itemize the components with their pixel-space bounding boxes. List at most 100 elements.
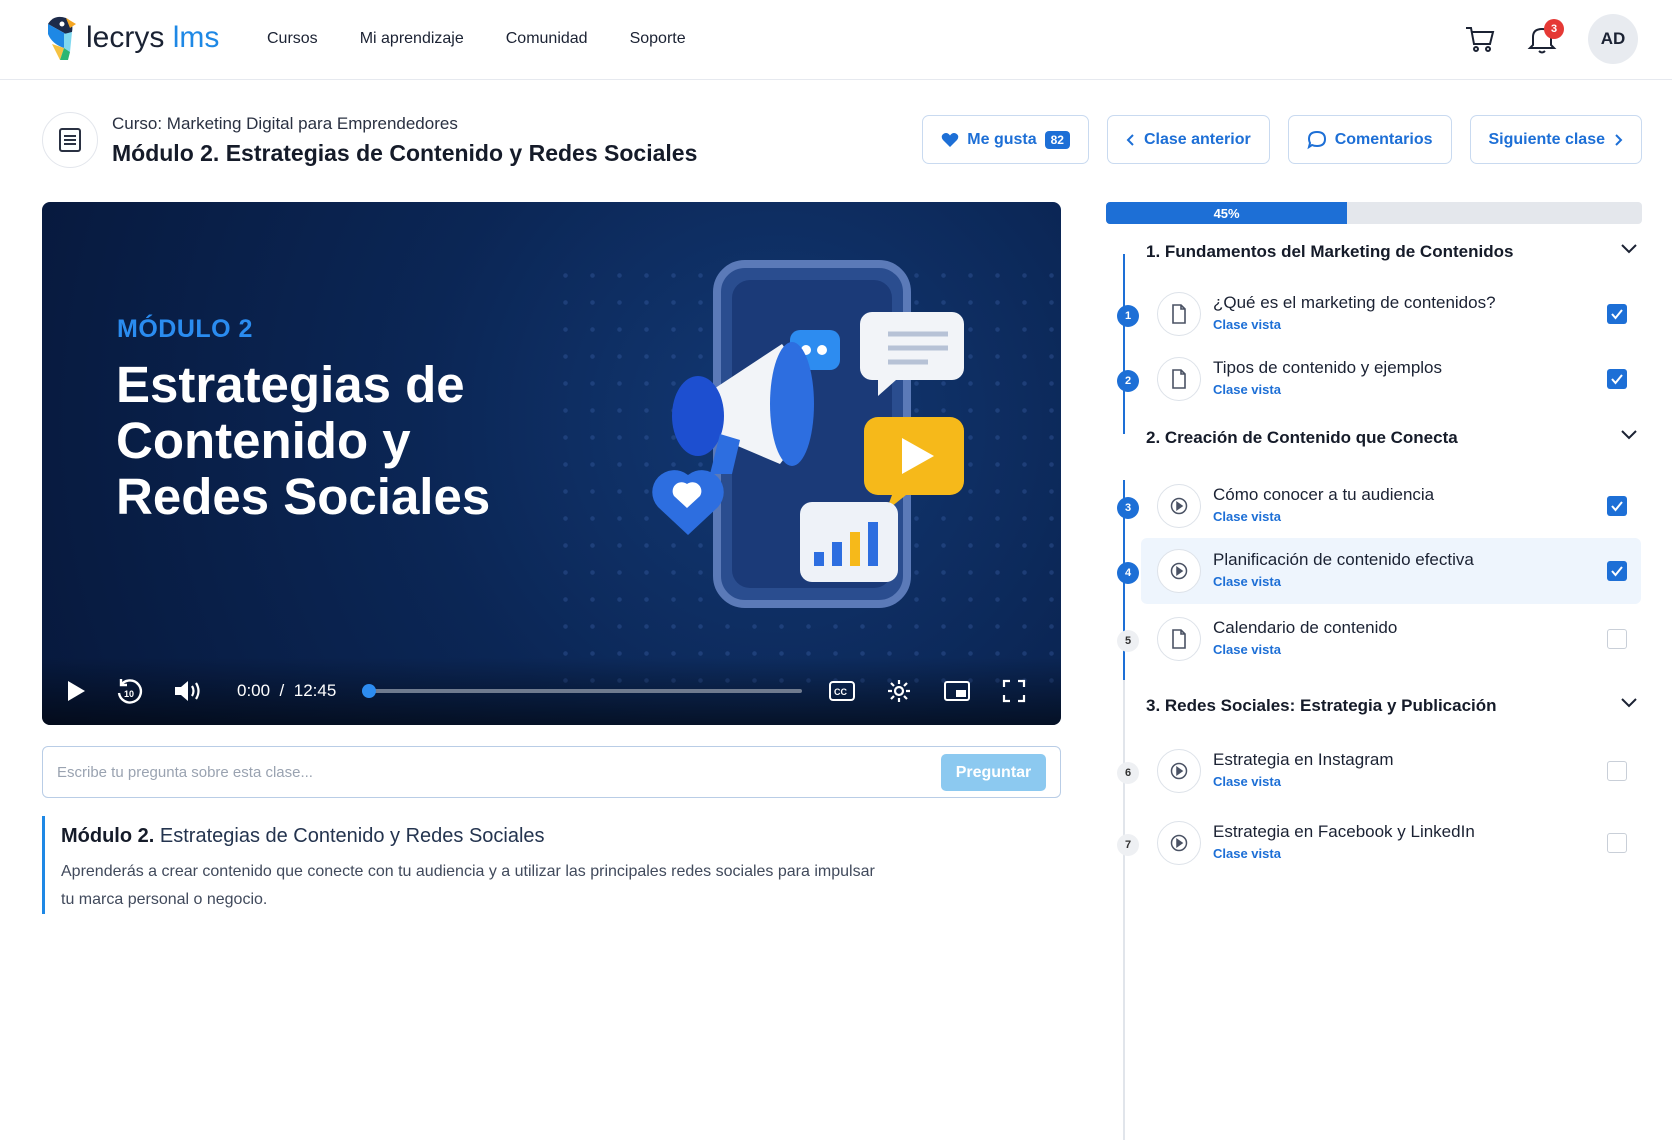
notification-badge: 3 [1544, 19, 1564, 39]
comments-label: Comentarios [1334, 130, 1433, 148]
play-button[interactable] [62, 675, 90, 707]
current-time: 0:00 [237, 681, 271, 700]
lesson-title: Calendario de contenido [1213, 618, 1398, 637]
section-2-title: 2. Creación de Contenido que Conecta [1146, 428, 1458, 447]
lesson-title: Tipos de contenido y ejemplos [1213, 358, 1443, 377]
lesson-status: Clase vista [1213, 642, 1281, 657]
volume-icon [175, 681, 200, 701]
lesson-checkbox[interactable] [1607, 833, 1627, 853]
ask-button[interactable]: Preguntar [941, 754, 1046, 791]
like-button[interactable]: Me gusta 82 [922, 115, 1089, 164]
next-lesson-button[interactable]: Siguiente clase [1469, 115, 1642, 164]
lesson-checkbox[interactable] [1607, 496, 1627, 516]
picture-in-picture-icon [944, 681, 970, 701]
chevron-left-icon [1126, 133, 1134, 146]
seek-handle[interactable] [362, 684, 376, 698]
section-3-header[interactable]: 3. Redes Sociales: Estrategia y Publicac… [1146, 696, 1638, 716]
lesson-status: Clase vista [1213, 509, 1281, 524]
seek-bar[interactable] [362, 684, 802, 698]
picture-in-picture-button[interactable] [942, 675, 972, 707]
play-icon [68, 681, 85, 701]
lesson-title: Estrategia en Instagram [1213, 750, 1394, 769]
timeline-section-1 [1123, 254, 1125, 434]
chevron-down-icon [1621, 698, 1637, 708]
nav-cursos[interactable]: Cursos [267, 30, 318, 48]
heart-icon [941, 132, 959, 147]
section-3-title: 3. Redes Sociales: Estrategia y Publicac… [1146, 696, 1497, 715]
lesson-checkbox[interactable] [1607, 761, 1627, 781]
lesson-actions: Me gusta 82 Clase anterior Comentarios S… [922, 115, 1642, 164]
brand-logo[interactable]: lecrys lms [40, 14, 219, 62]
captions-button[interactable]: CC [827, 675, 857, 707]
question-input[interactable] [57, 757, 957, 787]
next-lesson-label: Siguiente clase [1488, 130, 1606, 148]
lesson-number: 6 [1117, 762, 1139, 784]
fullscreen-button[interactable] [999, 675, 1029, 707]
lesson-checkbox[interactable] [1607, 561, 1627, 581]
lesson-header: Curso: Marketing Digital para Emprendedo… [42, 108, 822, 170]
comment-icon [1307, 130, 1326, 149]
lesson-number: 4 [1117, 562, 1139, 584]
lesson-checkbox[interactable] [1607, 304, 1627, 324]
video-kicker: MÓDULO 2 [117, 315, 253, 343]
notifications-button[interactable]: 3 [1526, 19, 1564, 55]
play-circle-icon [1157, 484, 1201, 528]
nav-comunidad[interactable]: Comunidad [506, 30, 588, 48]
check-icon [1611, 374, 1623, 385]
cart-icon [1466, 27, 1495, 52]
lesson-checkbox[interactable] [1607, 629, 1627, 649]
description-module-prefix: Módulo 2. [61, 825, 155, 847]
lesson-title: Cómo conocer a tu audiencia [1213, 485, 1435, 504]
lesson-item-4-active[interactable]: 4 Planificación de contenido efectiva Cl… [1117, 538, 1641, 604]
check-icon [1611, 566, 1623, 577]
user-avatar[interactable]: AD [1588, 14, 1638, 64]
lesson-checkbox[interactable] [1607, 369, 1627, 389]
document-icon [1157, 617, 1201, 661]
like-label: Me gusta [967, 130, 1037, 148]
lesson-item-6[interactable]: 6 Estrategia en Instagram Clase vista [1117, 738, 1641, 804]
lesson-title: Planificación de contenido efectiva [1213, 550, 1474, 569]
time-separator: / [279, 681, 285, 700]
video-player[interactable]: MÓDULO 2 Estrategias de Contenido y Rede… [42, 202, 1061, 725]
section-1-title: 1. Fundamentos del Marketing de Contenid… [1146, 242, 1514, 261]
nav-mi-aprendizaje[interactable]: Mi aprendizaje [360, 30, 464, 48]
lesson-description: Módulo 2. Estrategias de Contenido y Red… [42, 816, 1061, 914]
lesson-item-7[interactable]: 7 Estrategia en Facebook y LinkedIn Clas… [1117, 810, 1641, 876]
lesson-item-3[interactable]: 3 Cómo conocer a tu audiencia Clase vist… [1117, 473, 1641, 539]
play-circle-icon [1157, 821, 1201, 865]
video-title: Estrategias de Contenido y Redes Sociale… [116, 356, 491, 525]
rewind-10-button[interactable]: 10 [114, 675, 144, 707]
course-breadcrumb[interactable]: Curso: Marketing Digital para Emprendedo… [112, 114, 458, 134]
lesson-status: Clase vista [1213, 317, 1281, 332]
nav-soporte[interactable]: Soporte [630, 30, 686, 48]
duration: 12:45 [293, 681, 337, 700]
chevron-down-icon [1621, 244, 1637, 254]
volume-button[interactable] [172, 675, 204, 707]
check-icon [1611, 309, 1623, 320]
progress-fill: 45% [1106, 202, 1348, 224]
section-1-header[interactable]: 1. Fundamentos del Marketing de Contenid… [1146, 242, 1638, 262]
settings-button[interactable] [884, 675, 914, 707]
cart-button[interactable] [1464, 23, 1496, 55]
lesson-number: 3 [1117, 497, 1139, 519]
lesson-number: 1 [1117, 305, 1139, 327]
comments-button[interactable]: Comentarios [1287, 115, 1452, 164]
svg-text:CC: CC [834, 687, 847, 697]
document-icon [1157, 357, 1201, 401]
video-time: 0:00 / 12:45 [237, 681, 336, 701]
play-circle-icon [1157, 549, 1201, 593]
lesson-item-2[interactable]: 2 Tipos de contenido y ejemplos Clase vi… [1117, 346, 1641, 412]
previous-lesson-button[interactable]: Clase anterior [1106, 115, 1270, 164]
section-2-header[interactable]: 2. Creación de Contenido que Conecta [1146, 428, 1638, 448]
description-module-name: Estrategias de Contenido y Redes Sociale… [159, 825, 545, 847]
lesson-status: Clase vista [1213, 774, 1281, 789]
course-progress-bar: 45% [1106, 202, 1642, 224]
previous-lesson-label: Clase anterior [1143, 130, 1251, 148]
main-nav: Cursos Mi aprendizaje Comunidad Soporte [267, 30, 686, 48]
lesson-item-5[interactable]: 5 Calendario de contenido Clase vista [1117, 606, 1641, 672]
megaphone-phone-illustration [652, 260, 964, 608]
lesson-item-1[interactable]: 1 ¿Qué es el marketing de contenidos? Cl… [1117, 281, 1641, 347]
fullscreen-icon [1002, 679, 1026, 703]
gear-icon [888, 680, 910, 702]
parrot-logo-icon [48, 16, 76, 60]
